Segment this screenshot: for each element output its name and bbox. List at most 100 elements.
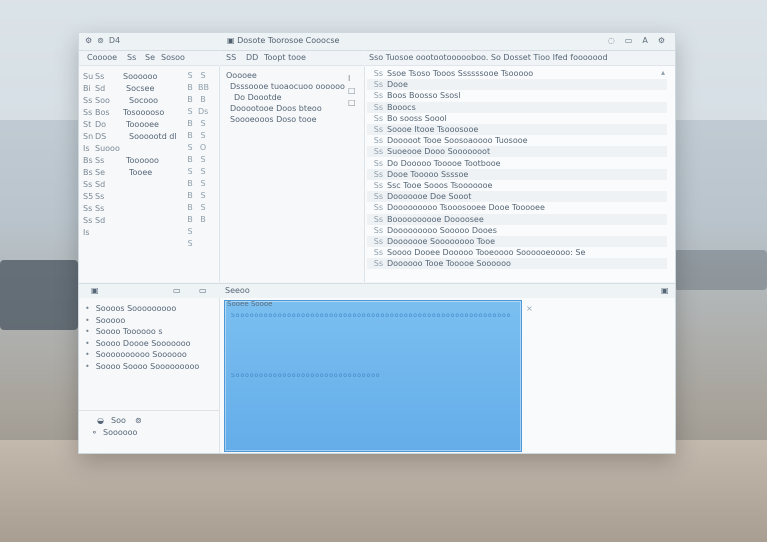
image-icon[interactable]: ▣	[91, 286, 99, 296]
tree-item[interactable]: S5 Ss	[83, 192, 183, 202]
tree-item[interactable]: Ss Bos Tosooooso	[83, 108, 183, 118]
code-line[interactable]: Ss Doooooo Tooe Tooooe Soooooo	[367, 258, 667, 270]
tree-item-label: Tooee	[129, 168, 153, 177]
code-line[interactable]: Ss Boos Boosso Ssosl	[367, 90, 667, 101]
folder-icon[interactable]: ▭	[625, 36, 633, 45]
gear-icon[interactable]: ⚙	[85, 36, 92, 45]
window-icon[interactable]: ▣	[661, 286, 669, 296]
background-monitor	[674, 250, 767, 290]
tree-gutter: DS	[95, 132, 107, 141]
output-item[interactable]: • Soooo Doooe Sooooooo	[85, 339, 191, 349]
tree-item-label: Toooooo	[126, 156, 159, 165]
footer-icon[interactable]: ⊚	[135, 416, 142, 426]
code-line[interactable]: Ss Dooe	[367, 79, 667, 91]
code-line[interactable]: Ss Dooooooe Doe Sooot	[367, 191, 667, 203]
scroll-mark: B	[187, 215, 193, 224]
left-toolbar-item[interactable]: Ss	[127, 53, 136, 63]
tree-item[interactable]: Ss Soo Socooo	[83, 96, 183, 106]
code-line[interactable]: Ss Do Dooooo Tooooe Tootbooe	[367, 158, 667, 169]
outline-item[interactable]: Do Doootde	[234, 93, 282, 103]
folder-icon[interactable]: ▭	[199, 286, 207, 296]
code-line[interactable]: Ss Ssoe Tsoso Tooos Ssssssooe Tsooooo	[367, 68, 667, 79]
middle-toolbar: SS DD Toopt tooe	[220, 51, 364, 66]
footer-line1: Soo	[111, 416, 126, 425]
tree-gutter: Ss	[83, 96, 93, 105]
editor-scroll-up-icon[interactable]: ▴	[661, 68, 665, 78]
window-title-text: Dosote Toorosoe Cooocse	[237, 36, 340, 45]
code-line[interactable]: Ss Soooe Itooe Tsooosooe	[367, 124, 667, 135]
code-editor[interactable]: Ss Ssoe Tsoso Tooos Ssssssooe Tsooooo Ss Do…	[365, 66, 675, 282]
output-item-label: Soooooooooo Soooooo	[95, 350, 187, 359]
settings-icon[interactable]: ⚙	[658, 36, 665, 45]
code-text: Dooooooooo Sooooo Dooes	[387, 225, 497, 235]
tree-item[interactable]: Sn DS Soooootd dl	[83, 132, 183, 142]
editor-header: Sso Tuosoe oootootoooooboo. So Dosset Ti…	[365, 51, 675, 66]
output-item[interactable]: • Sooooo	[85, 316, 125, 326]
side-mark: S	[200, 155, 206, 164]
side-mark: S	[200, 167, 206, 176]
code-line[interactable]: Ss Soooo Dooee Dooooo Tooeoooo Soooooeooo…	[367, 247, 667, 258]
tree-gutter: Soo	[95, 96, 110, 105]
refresh-icon[interactable]: ◌	[608, 36, 615, 45]
tree-item[interactable]: Ss Sd	[83, 180, 183, 190]
code-line[interactable]: Ss Dooe Tooooo Ssssoe	[367, 168, 667, 180]
code-line[interactable]: Ss Dooooooooo Sooooo Dooes	[367, 225, 667, 236]
output-item[interactable]: • Soooos Sooooooooo	[85, 304, 176, 314]
line-number: Ss	[373, 203, 383, 213]
mid-toolbar-item[interactable]: DD	[246, 53, 258, 63]
scroll-mark: S	[187, 167, 193, 176]
footer-icon[interactable]: ◒	[97, 416, 104, 426]
code-line[interactable]: Ss Dooooooe Soooooooo Tooe	[367, 236, 667, 247]
tree-item[interactable]: Su Ss Soooooo	[83, 72, 183, 82]
code-line[interactable]: Ss Dooooot Tooe Soosoaoooo Tuosooe	[367, 135, 667, 146]
output-item[interactable]: • Soooo Toooooo s	[85, 327, 163, 337]
output-item[interactable]: • Soooooooooo Soooooo	[85, 350, 187, 360]
tree-item[interactable]: Is	[83, 228, 183, 238]
output-item[interactable]: • Soooo Soooo Sooooooooo	[85, 362, 199, 372]
outline-item[interactable]: Soooeooos Doso tooe	[230, 115, 317, 125]
tree-gutter: Bos	[95, 108, 110, 117]
tree-item[interactable]: Ss Sd	[83, 216, 183, 226]
folder-icon[interactable]: ▭	[173, 286, 181, 296]
title-left-label: D4	[108, 36, 121, 45]
left-toolbar-item[interactable]: Se	[145, 53, 155, 63]
code-line[interactable]: Ss Bo sooss Soool	[367, 113, 667, 124]
editor-header-text: Sso Tuosoe oootootoooooboo. So Dosset Ti…	[369, 53, 608, 62]
mid-marker: □	[348, 86, 356, 95]
bottom-left-footer: ◒ Soo ⊚ ⚬ Soooooo	[79, 410, 219, 453]
code-line[interactable]: Ss Dooooooooo Tsooosooee Dooe Tooooee	[367, 202, 667, 213]
outline-item[interactable]: Dsssoooe tuoaocuoo oooooo	[230, 82, 345, 92]
code-line[interactable]: Ss Booocs	[367, 101, 667, 113]
line-number: Ss	[373, 147, 383, 157]
a-icon[interactable]: A	[642, 36, 647, 45]
scroll-mark: S	[187, 71, 193, 80]
outline-item[interactable]: Dooootooe Doos bteoo	[230, 104, 322, 114]
left-toolbar-label[interactable]: Cooooe	[87, 53, 117, 63]
tree-item[interactable]: Bs Ss Toooooo	[83, 156, 183, 166]
scroll-mark: B	[187, 203, 193, 212]
tree-item[interactable]: Bs Se Tooee	[83, 168, 183, 178]
side-mark: S	[200, 191, 206, 200]
tree-gutter: Ss	[95, 204, 105, 213]
selected-region[interactable]: Sooee Soooe Sooooooooooooooooooooooooooo…	[224, 300, 522, 452]
code-line[interactable]: Ss Boooooooooe Doooosee	[367, 213, 667, 225]
close-icon[interactable]: ×	[526, 304, 533, 314]
mid-toolbar-item[interactable]: Toopt tooe	[264, 53, 306, 63]
tree-item[interactable]: Bi Sd Socsee	[83, 84, 183, 94]
tree-item[interactable]: St Do Tooooee	[83, 120, 183, 130]
left-toolbar-item[interactable]: Sosoo	[161, 53, 185, 63]
mid-side-marks: S BB B Ds S S O S S S S S B	[198, 70, 209, 226]
outline-item[interactable]: Ooooee	[226, 71, 257, 81]
line-number: Ss	[373, 192, 383, 202]
mid-toolbar-item[interactable]: SS	[226, 53, 236, 63]
scroll-mark: B	[187, 131, 193, 140]
settings-icon[interactable]: ⊚	[97, 36, 104, 45]
code-text: Dooooooooo Tsooosooee Dooe Tooooee	[387, 203, 545, 213]
window-title: ▣ Dosote Toorosoe Cooocse	[227, 36, 339, 45]
code-line[interactable]: Ss Suoeooe Dooo Sooooooot	[367, 146, 667, 158]
tree-gutter: Ss	[95, 192, 105, 201]
tree-item[interactable]: Ss Ss	[83, 204, 183, 214]
tree-item[interactable]: Is Suooo	[83, 144, 183, 154]
line-number: Ss	[373, 91, 383, 101]
code-line[interactable]: Ss Ssc Tooe Sooos Tsooooooe	[367, 180, 667, 191]
